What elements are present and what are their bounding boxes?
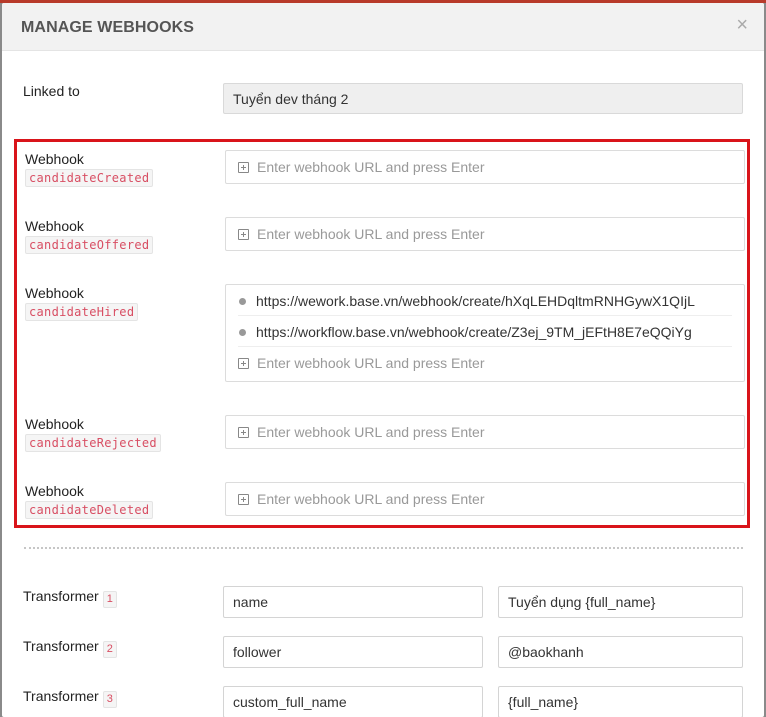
webhook-field-candidate-deleted: Enter webhook URL and press Enter (225, 482, 745, 516)
plus-square-icon (238, 357, 249, 369)
webhook-field-candidate-created: Enter webhook URL and press Enter (225, 150, 745, 184)
webhook-placeholder: Enter webhook URL and press Enter (257, 424, 485, 440)
plus-square-icon (238, 426, 249, 438)
linked-to-field: Tuyển dev tháng 2 (223, 83, 743, 114)
event-name-tag: candidateDeleted (25, 501, 154, 519)
webhook-url-input[interactable]: Enter webhook URL and press Enter (226, 218, 744, 250)
transformer-key-input[interactable]: follower (223, 636, 483, 668)
transformer-label-text: Transformer (23, 688, 99, 704)
webhook-placeholder: Enter webhook URL and press Enter (257, 491, 485, 507)
webhook-url-item[interactable]: https://wework.base.vn/webhook/create/hX… (238, 285, 732, 316)
webhook-url-input[interactable]: Enter webhook URL and press Enter (226, 347, 744, 379)
webhook-label-candidate-created: Webhook candidateCreated (25, 151, 154, 187)
transformer-index-badge: 1 (102, 591, 117, 608)
transformer-value-input[interactable]: @baokhanh (498, 636, 743, 668)
event-name-tag: candidateHired (25, 303, 139, 321)
webhook-title: Webhook (25, 151, 84, 167)
transformer-key-input[interactable]: name (223, 586, 483, 618)
section-divider (24, 547, 743, 549)
webhook-placeholder: Enter webhook URL and press Enter (257, 226, 485, 242)
plus-square-icon (238, 161, 249, 173)
webhooks-section: Webhook candidateCreated Enter webhook U… (14, 139, 750, 528)
webhook-label-candidate-rejected: Webhook candidateRejected (25, 416, 161, 452)
bullet-icon (239, 329, 246, 336)
webhook-title: Webhook (25, 483, 84, 499)
transformer-index-badge: 3 (102, 691, 117, 708)
transformer-index-badge: 2 (102, 641, 117, 658)
manage-webhooks-modal: MANAGE WEBHOOKS × Linked to Tuyển dev th… (2, 3, 764, 717)
modal-title: MANAGE WEBHOOKS (21, 19, 195, 36)
webhook-label-candidate-deleted: Webhook candidateDeleted (25, 483, 154, 519)
event-name-tag: candidateRejected (25, 434, 161, 452)
event-name-tag: candidateCreated (25, 169, 154, 187)
webhook-field-candidate-rejected: Enter webhook URL and press Enter (225, 415, 745, 449)
webhook-url-input[interactable]: Enter webhook URL and press Enter (226, 416, 744, 448)
transformer-label: Transformer 2 (23, 638, 117, 658)
webhook-placeholder: Enter webhook URL and press Enter (257, 355, 485, 371)
webhook-field-candidate-hired: https://wework.base.vn/webhook/create/hX… (225, 284, 745, 382)
transformer-key-input[interactable]: custom_full_name (223, 686, 483, 717)
webhook-placeholder: Enter webhook URL and press Enter (257, 159, 485, 175)
plus-square-icon (238, 228, 249, 240)
webhook-url-text: https://wework.base.vn/webhook/create/hX… (256, 293, 695, 309)
transformer-label: Transformer 3 (23, 688, 117, 708)
webhook-url-text: https://workflow.base.vn/webhook/create/… (256, 324, 692, 340)
transformer-value-input[interactable]: Tuyển dụng {full_name} (498, 586, 743, 618)
bullet-icon (239, 298, 246, 305)
event-name-tag: candidateOffered (25, 236, 154, 254)
close-icon[interactable]: × (736, 15, 748, 35)
transformer-label-text: Transformer (23, 588, 99, 604)
webhook-url-input[interactable]: Enter webhook URL and press Enter (226, 483, 744, 515)
transformer-label: Transformer 1 (23, 588, 117, 608)
transformer-label-text: Transformer (23, 638, 99, 654)
transformer-value-input[interactable]: {full_name} (498, 686, 743, 717)
webhook-url-item[interactable]: https://workflow.base.vn/webhook/create/… (238, 316, 732, 347)
webhook-label-candidate-hired: Webhook candidateHired (25, 285, 139, 321)
plus-square-icon (238, 493, 249, 505)
webhook-url-input[interactable]: Enter webhook URL and press Enter (226, 151, 744, 183)
linked-to-label: Linked to (23, 83, 80, 99)
modal-header: MANAGE WEBHOOKS × (2, 3, 764, 51)
webhook-field-candidate-offered: Enter webhook URL and press Enter (225, 217, 745, 251)
webhook-label-candidate-offered: Webhook candidateOffered (25, 218, 154, 254)
webhook-title: Webhook (25, 285, 84, 301)
webhook-title: Webhook (25, 218, 84, 234)
webhook-title: Webhook (25, 416, 84, 432)
